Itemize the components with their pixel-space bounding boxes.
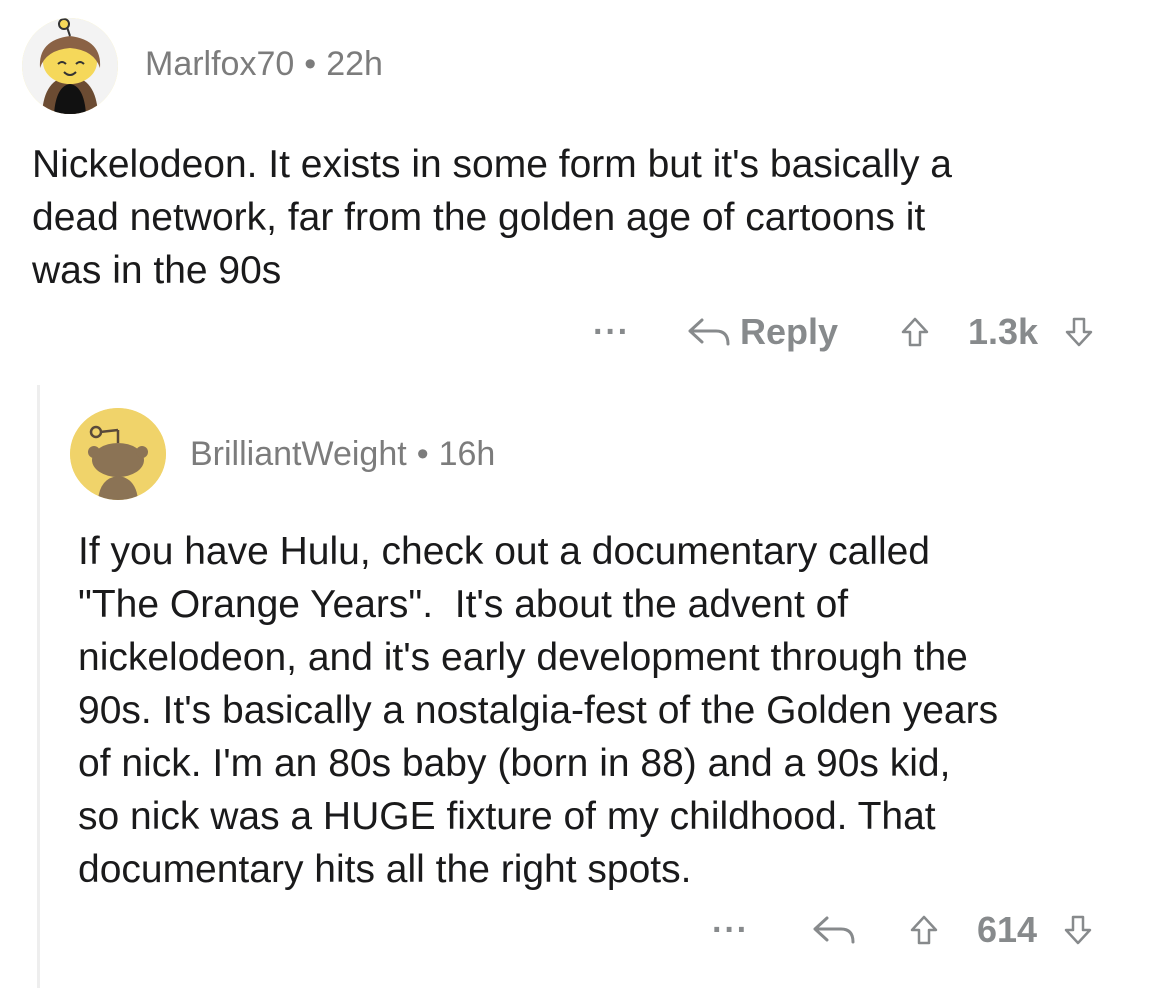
downvote-icon — [1065, 317, 1093, 347]
thread-line[interactable] — [37, 385, 40, 988]
separator: • — [416, 435, 429, 473]
reply-button[interactable] — [811, 914, 857, 946]
comment-meta: BrilliantWeight • 16h — [190, 435, 495, 474]
comment-actions: ··· Reply 1.3k — [593, 310, 1094, 354]
snoo-avatar-icon — [22, 18, 118, 114]
comment-body: If you have Hulu, check out a documentar… — [78, 530, 999, 891]
comment-actions: ··· 614 — [712, 908, 1093, 952]
avatar[interactable] — [70, 408, 166, 500]
comment-body: Nickelodeon. It exists in some form but … — [32, 143, 952, 292]
username[interactable]: BrilliantWeight — [190, 435, 407, 473]
reply-arrow-icon — [813, 916, 855, 944]
upvote-icon — [910, 915, 938, 945]
downvote-button[interactable] — [1064, 316, 1094, 348]
more-options-button[interactable]: ··· — [712, 911, 749, 950]
vote-score: 614 — [976, 909, 1038, 950]
avatar[interactable] — [22, 18, 118, 114]
separator: • — [304, 45, 317, 83]
upvote-button[interactable] — [900, 316, 930, 348]
vote-score: 1.3k — [968, 311, 1039, 352]
timestamp: 22h — [326, 45, 383, 83]
comment-meta: Marlfox70 • 22h — [145, 45, 383, 84]
username[interactable]: Marlfox70 — [145, 45, 294, 83]
downvote-button[interactable] — [1063, 914, 1093, 946]
more-options-button[interactable]: ··· — [593, 313, 630, 352]
snoo-avatar-icon — [70, 408, 166, 500]
upvote-icon — [901, 317, 929, 347]
downvote-icon — [1064, 915, 1092, 945]
upvote-button[interactable] — [909, 914, 939, 946]
reply-arrow-icon — [688, 318, 730, 346]
reply-label: Reply — [739, 311, 839, 352]
timestamp: 16h — [438, 435, 496, 473]
reply-button[interactable]: Reply — [686, 311, 838, 353]
